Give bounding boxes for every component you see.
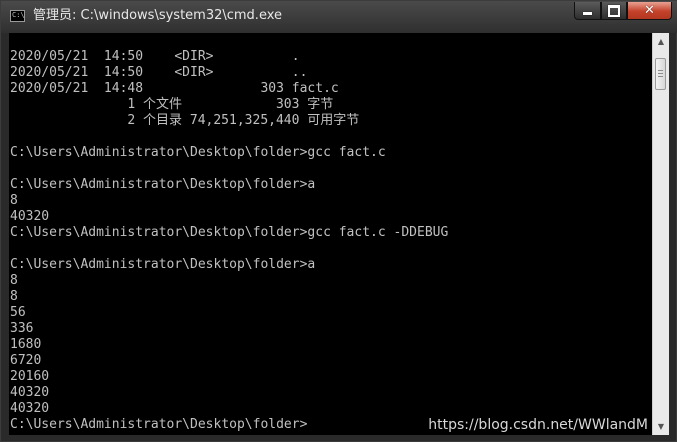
console-line: 2 个目录 74,251,325,440 可用字节 [10,113,360,128]
console-line: C:\Users\Administrator\Desktop\folder>gc… [10,145,386,160]
cmd-app-icon-text: C:\ [12,11,25,19]
close-button[interactable]: ✕ [627,2,672,20]
scroll-up-button[interactable]: ▲ [653,33,669,50]
console-line: 20160 [10,369,50,384]
console-line: 336 [10,321,34,336]
console-line: 56 [10,305,26,320]
cmd-window: C:\ 管理员: C:\windows\system32\cmd.exe ✕ 2… [0,0,677,442]
console-output[interactable]: 2020/05/21 14:50 <DIR> . 2020/05/21 14:50… [9,33,652,435]
console-line: 8 [10,273,18,288]
window-title: 管理员: C:\windows\system32\cmd.exe [33,8,282,23]
cmd-app-icon[interactable]: C:\ [10,10,25,22]
minimize-icon [583,12,592,15]
scrollbar-grip [658,70,663,78]
console-line: 1680 [10,337,42,352]
scrollbar-thumb[interactable] [655,58,666,90]
maximize-icon [608,4,620,17]
watermark: https://blog.csdn.net/WWlandM [428,417,648,433]
minimize-button[interactable] [574,2,601,20]
close-icon: ✕ [644,3,655,18]
console-line: 2020/05/21 14:48 303 fact.c [10,81,339,96]
console-line: C:\Users\Administrator\Desktop\folder> [10,417,308,432]
arrow-down-icon: ▼ [657,422,665,431]
arrow-up-icon: ▲ [657,37,665,46]
console-lines: 2020/05/21 14:50 <DIR> . 2020/05/21 14:50… [10,33,448,433]
console-line: 6720 [10,353,42,368]
console-line: 8 [10,193,18,208]
console-line: 2020/05/21 14:50 <DIR> .. [10,65,308,80]
console-line: C:\Users\Administrator\Desktop\folder>gc… [10,225,449,240]
console-line: 40320 [10,209,50,224]
console-line: 2020/05/21 14:50 <DIR> . [10,49,300,64]
caption-buttons: ✕ [574,2,672,22]
console-line: 8 [10,289,18,304]
console-line: C:\Users\Administrator\Desktop\folder>a [10,257,316,272]
console-line: C:\Users\Administrator\Desktop\folder>a [10,177,316,192]
vertical-scrollbar[interactable]: ▲ ▼ [652,33,669,435]
console-line: 40320 [10,401,50,416]
console-line: 40320 [10,385,50,400]
title-bar[interactable]: C:\ 管理员: C:\windows\system32\cmd.exe ✕ [1,1,677,33]
scroll-down-button[interactable]: ▼ [653,418,669,435]
maximize-button[interactable] [601,2,627,20]
console-line: 1 个文件 303 字节 [10,97,334,112]
